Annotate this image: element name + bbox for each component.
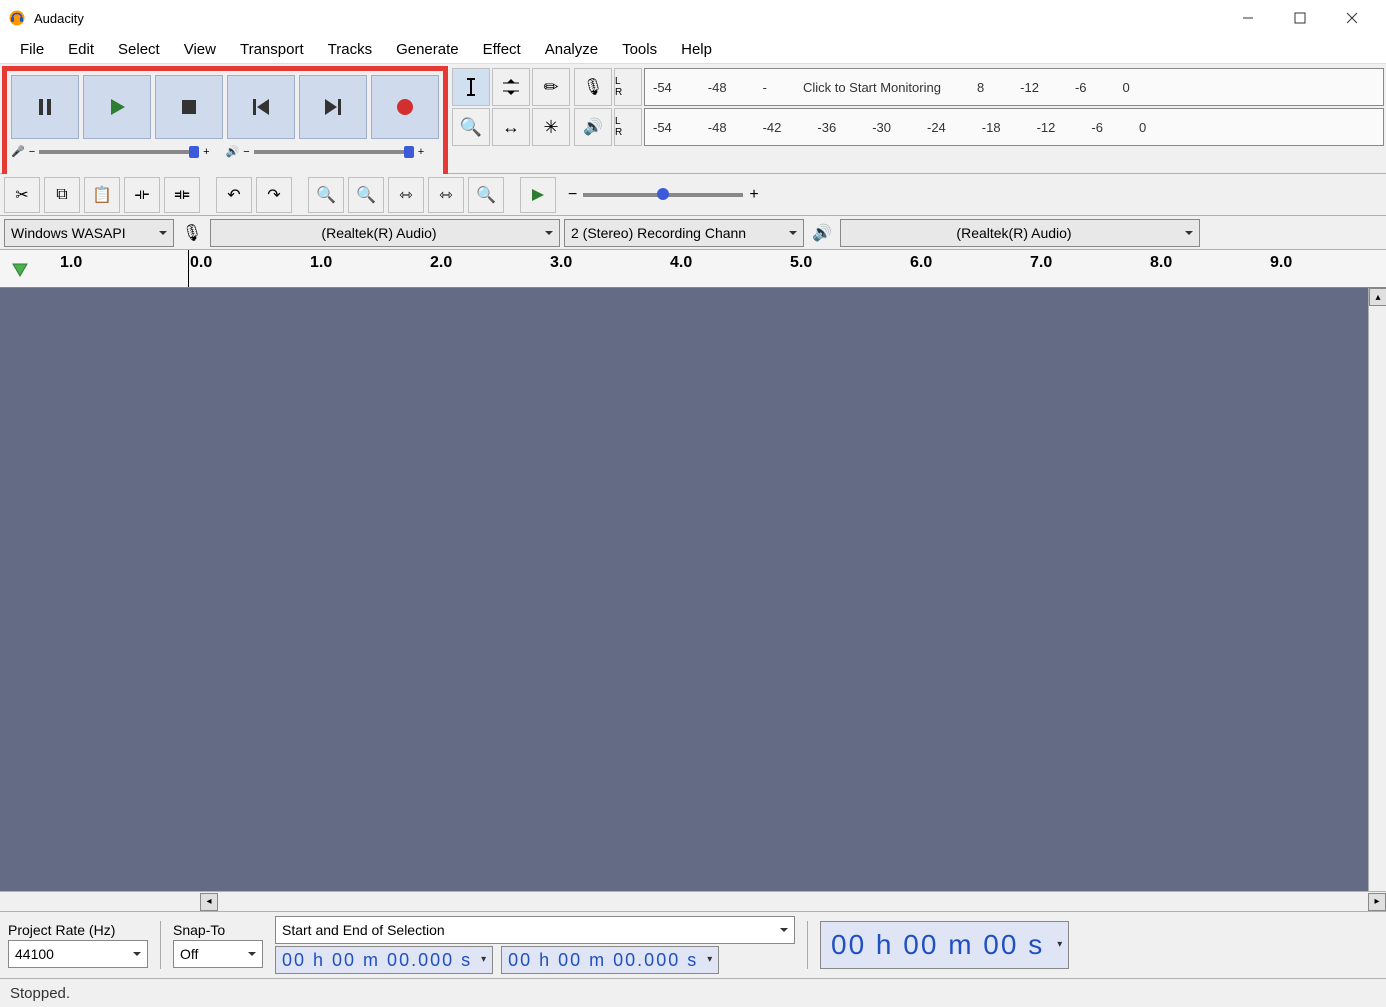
skip-start-button[interactable] [227,75,295,139]
snap-to-label: Snap-To [173,922,263,938]
snap-to-select[interactable]: Off [173,940,263,968]
device-toolbar: Windows WASAPI 🎙 (Realtek(R) Audio) 2 (S… [0,216,1386,250]
multi-tool[interactable]: ✳ [532,108,570,146]
zoom-out-button[interactable]: 🔍 [348,177,384,213]
recording-channels-select[interactable]: 2 (Stereo) Recording Chann [564,219,804,247]
playhead-cursor[interactable] [188,250,189,287]
mic-device-icon: 🎙 [178,219,206,247]
track-panel[interactable]: ▴ [0,288,1386,891]
record-meter-icon[interactable]: 🎙 [574,68,612,106]
close-button[interactable] [1326,0,1378,36]
selection-start-input[interactable]: 00 h 00 m 00.000 s [275,946,493,974]
maximize-button[interactable] [1274,0,1326,36]
titlebar: Audacity [0,0,1386,36]
vertical-scrollbar[interactable]: ▴ [1368,288,1386,891]
menu-generate[interactable]: Generate [384,37,471,62]
menu-tracks[interactable]: Tracks [316,37,384,62]
menu-analyze[interactable]: Analyze [533,37,610,62]
audio-host-select[interactable]: Windows WASAPI [4,219,174,247]
zoom-tool[interactable]: 🔍 [452,108,490,146]
timeline-ruler[interactable]: 1.0 0.0 1.0 2.0 3.0 4.0 5.0 6.0 7.0 8.0 … [0,250,1386,288]
selection-toolbar: Project Rate (Hz) 44100 Snap-To Off Star… [0,911,1386,979]
recording-device-select[interactable]: (Realtek(R) Audio) [210,219,560,247]
stop-button[interactable] [155,75,223,139]
horizontal-scrollbar[interactable]: ◂ ▸ [0,891,1386,911]
menubar: File Edit Select View Transport Tracks G… [0,36,1386,64]
record-meter[interactable]: -54-48-Click to Start Monitoring8-12-60 [644,68,1384,106]
menu-help[interactable]: Help [669,37,724,62]
envelope-tool[interactable] [492,68,530,106]
meters-toolbar: 🎙 LR -54-48-Click to Start Monitoring8-1… [574,68,1384,146]
speaker-device-icon: 🔊 [808,219,836,247]
playback-meter-lr: LR [614,108,642,146]
redo-button[interactable]: ↷ [256,177,292,213]
menu-edit[interactable]: Edit [56,37,106,62]
pause-button[interactable] [11,75,79,139]
record-button[interactable] [371,75,439,139]
edit-toolbar: ✂ ⧉ 📋 ⟛ ⟚ ↶ ↷ 🔍 🔍 ⇿ ⇿ 🔍 −+ [0,174,1386,216]
menu-tools[interactable]: Tools [610,37,669,62]
mic-icon: 🎤 [11,145,25,158]
play-at-speed-button[interactable] [520,177,556,213]
undo-button[interactable]: ↶ [216,177,252,213]
silence-button[interactable]: ⟚ [164,177,200,213]
menu-view[interactable]: View [172,37,228,62]
play-button[interactable] [83,75,151,139]
timeline-pin-icon[interactable] [0,250,40,287]
hscroll-right-icon[interactable]: ▸ [1368,893,1386,911]
cut-button[interactable]: ✂ [4,177,40,213]
speaker-icon: 🔊 [226,145,240,158]
fit-project-button[interactable]: ⇿ [428,177,464,213]
recording-volume-slider[interactable]: 🎤−+ [11,145,210,158]
toolbar-main: 🎤−+ 🔊−+ ✏ 🔍 ↔ ✳ 🎙 LR -54-48-Click to Sta… [0,64,1386,174]
app-icon [8,9,26,27]
selection-tool[interactable] [452,68,490,106]
playback-speed-slider[interactable]: −+ [568,186,759,204]
audio-position-display[interactable]: 00 h 00 m 00 s [820,921,1069,969]
project-rate-label: Project Rate (Hz) [8,922,148,938]
menu-transport[interactable]: Transport [228,37,316,62]
hscroll-left-icon[interactable]: ◂ [200,893,218,911]
project-rate-select[interactable]: 44100 [8,940,148,968]
playback-meter[interactable]: -54-48-42-36-30-24-18-12-60 [644,108,1384,146]
selection-mode-select[interactable]: Start and End of Selection [275,916,795,944]
playback-device-select[interactable]: (Realtek(R) Audio) [840,219,1200,247]
timeshift-tool[interactable]: ↔ [492,108,530,146]
menu-file[interactable]: File [8,37,56,62]
trim-button[interactable]: ⟛ [124,177,160,213]
skip-end-button[interactable] [299,75,367,139]
fit-selection-button[interactable]: ⇿ [388,177,424,213]
transport-toolbar: 🎤−+ 🔊−+ [2,66,448,187]
paste-button[interactable]: 📋 [84,177,120,213]
zoom-in-button[interactable]: 🔍 [308,177,344,213]
playback-meter-icon[interactable]: 🔊 [574,108,612,146]
menu-select[interactable]: Select [106,37,172,62]
vscroll-up-icon[interactable]: ▴ [1369,288,1386,306]
menu-effect[interactable]: Effect [471,37,533,62]
status-bar: Stopped. [0,979,1386,1007]
playback-volume-slider[interactable]: 🔊−+ [226,145,425,158]
record-meter-lr: LR [614,68,642,106]
titlebar-title: Audacity [34,11,1222,26]
draw-tool[interactable]: ✏ [532,68,570,106]
selection-end-input[interactable]: 00 h 00 m 00.000 s [501,946,719,974]
copy-button[interactable]: ⧉ [44,177,80,213]
tools-toolbar: ✏ 🔍 ↔ ✳ [452,68,570,146]
minimize-button[interactable] [1222,0,1274,36]
status-text: Stopped. [10,985,70,1002]
zoom-toggle-button[interactable]: 🔍 [468,177,504,213]
